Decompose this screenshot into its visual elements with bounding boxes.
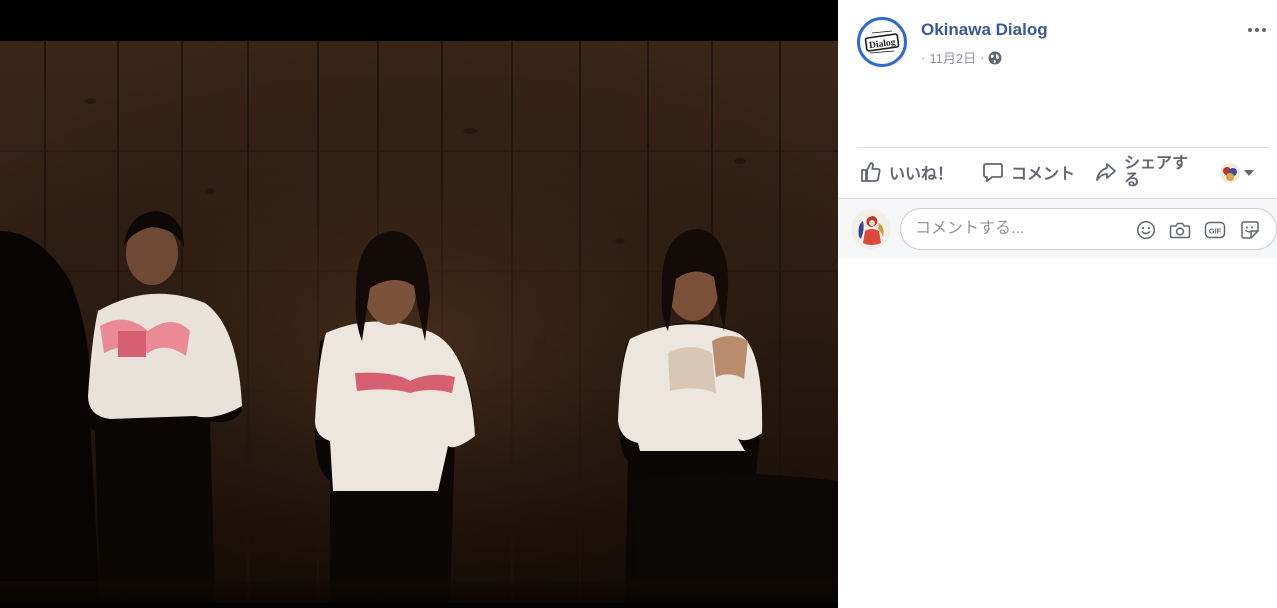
comment-box[interactable]: GIF (900, 208, 1277, 250)
emoji-button[interactable] (1135, 219, 1157, 241)
comment-composer: GIF (838, 198, 1277, 258)
comment-label: コメント (1011, 166, 1076, 183)
photo-button[interactable] (1169, 219, 1191, 241)
comment-bubble-icon (983, 163, 1003, 182)
post-meta: · 11月2日 · (921, 48, 1002, 67)
page-name-link[interactable]: Okinawa Dialog (921, 20, 1048, 40)
comment-button[interactable]: コメント (981, 150, 1075, 194)
like-button[interactable]: いいね！ (859, 150, 953, 194)
globe-icon[interactable] (988, 51, 1002, 65)
share-label: シェアする (1124, 155, 1189, 189)
user-avatar-icon (1220, 163, 1240, 183)
share-button[interactable]: シェアする (1094, 150, 1196, 194)
user-avatar-icon[interactable] (851, 209, 891, 249)
like-label: いいね！ (889, 166, 954, 183)
dialog-logo-icon: Dialog (861, 21, 903, 63)
more-dot-icon (1262, 28, 1266, 32)
post-date-link[interactable]: 11月2日 (929, 48, 976, 67)
post-photo[interactable] (0, 41, 838, 603)
thumbs-up-icon (861, 162, 881, 182)
svg-text:GIF: GIF (1209, 227, 1222, 236)
gif-icon: GIF (1204, 221, 1226, 239)
sticker-icon (1241, 221, 1259, 239)
comment-input[interactable] (915, 209, 1115, 249)
action-bar: いいね！ コメント シェアする (857, 150, 1269, 194)
page-avatar[interactable]: Dialog (857, 17, 907, 67)
share-arrow-icon (1096, 163, 1116, 181)
more-dot-icon (1248, 28, 1252, 32)
more-dot-icon (1255, 28, 1259, 32)
emoji-icon (1136, 220, 1156, 240)
post-panel: Dialog Okinawa Dialog · 11月2日 · いいね！ コメン… (838, 0, 1277, 608)
meta-separator: · (921, 50, 926, 65)
photo-viewer (0, 0, 838, 608)
divider (857, 147, 1269, 148)
act-as-selector[interactable] (1220, 162, 1270, 184)
sticker-button[interactable] (1239, 219, 1261, 241)
caret-down-icon (1244, 170, 1254, 176)
more-options-button[interactable] (1245, 20, 1269, 40)
gif-button[interactable]: GIF (1204, 219, 1226, 241)
camera-icon (1169, 222, 1191, 239)
meta-separator: · (980, 50, 985, 65)
